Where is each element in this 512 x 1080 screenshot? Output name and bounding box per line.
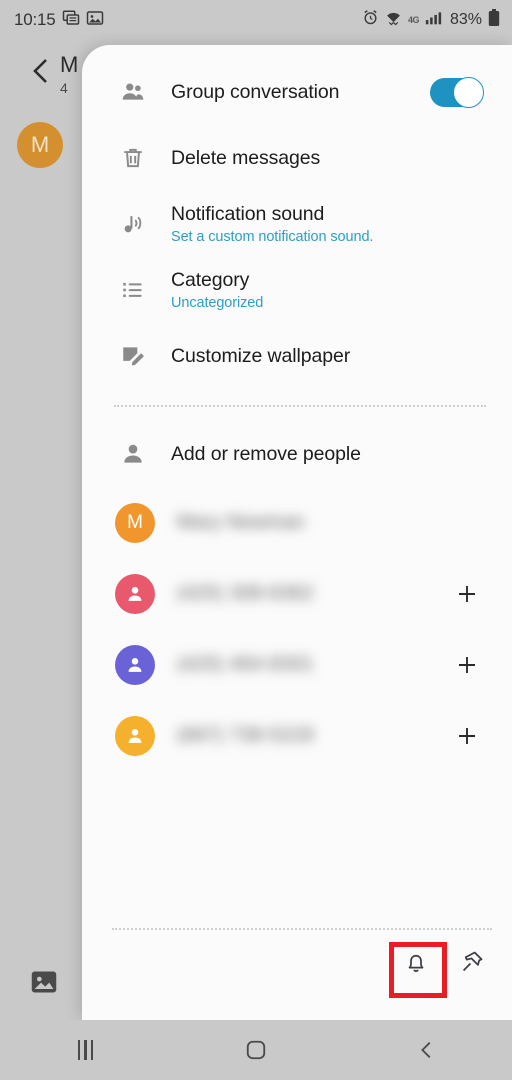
status-bar-left: 10:15 — [14, 9, 104, 32]
background-back-button[interactable] — [28, 56, 54, 86]
home-icon[interactable] — [221, 1026, 291, 1074]
list-item[interactable]: (667) 738-5229 — [82, 700, 512, 771]
person-name: (425) 464-8301 — [177, 653, 314, 675]
wallpaper-edit-icon — [116, 343, 150, 369]
menu-item-notification-sound[interactable]: Notification sound Set a custom notifica… — [82, 191, 512, 257]
menu-item-subtitle: Set a custom notification sound. — [171, 229, 374, 245]
menu-item-title: Group conversation — [171, 80, 340, 103]
sheet-footer — [82, 928, 512, 1020]
back-icon[interactable] — [392, 1026, 462, 1074]
avatar — [115, 573, 155, 614]
status-bar: 10:15 4G 83% — [0, 0, 512, 40]
gallery-icon — [86, 9, 104, 32]
image-icon — [30, 968, 58, 996]
status-bar-right: 4G 83% — [362, 8, 500, 32]
person-name: Mary Newman — [177, 511, 305, 533]
menu-item-text: Customize wallpaper — [150, 345, 482, 368]
menu-item-text: Notification sound Set a custom notifica… — [150, 203, 482, 245]
menu-item-title: Category — [171, 269, 250, 291]
background-avatar: M — [17, 122, 63, 168]
settings-menu: Group conversation Delete messages Notif… — [82, 45, 512, 389]
avatar: M — [115, 502, 155, 543]
person-icon — [116, 441, 150, 467]
menu-item-category[interactable]: Category Uncategorized — [82, 257, 512, 323]
list-item[interactable]: (425) 308-6362 — [82, 558, 512, 629]
add-person-button[interactable] — [452, 721, 482, 751]
network-type-label: 4G — [407, 15, 420, 25]
bell-icon[interactable] — [394, 940, 438, 984]
toggle-knob — [453, 76, 484, 108]
person-name: (425) 308-6362 — [177, 582, 314, 604]
menu-item-add-or-remove-people[interactable]: Add or remove people — [82, 421, 512, 487]
menu-item-title: Add or remove people — [171, 442, 361, 465]
recents-icon[interactable] — [50, 1026, 120, 1074]
background-conversation-subtitle: 4 — [60, 80, 68, 96]
avatar — [115, 715, 155, 756]
menu-item-subtitle: Uncategorized — [171, 295, 264, 311]
person-name: (667) 738-5229 — [177, 724, 314, 746]
messages-icon — [62, 9, 80, 32]
add-person-button[interactable] — [452, 650, 482, 680]
alarm-icon — [362, 9, 379, 31]
group-conversation-toggle[interactable] — [430, 76, 484, 108]
menu-item-group-conversation[interactable]: Group conversation — [82, 59, 512, 125]
signal-bars-icon — [425, 10, 442, 30]
status-time: 10:15 — [14, 10, 56, 29]
list-item[interactable]: (425) 464-8301 — [82, 629, 512, 700]
menu-item-text: Add or remove people — [150, 443, 482, 466]
system-navigation-bar — [0, 1020, 512, 1080]
section-divider — [114, 405, 486, 407]
list-item[interactable]: M Mary Newman — [82, 487, 512, 558]
wifi-icon — [385, 9, 402, 31]
music-note-icon — [116, 211, 150, 237]
menu-item-delete-messages[interactable]: Delete messages — [82, 125, 512, 191]
conversation-settings-sheet: Group conversation Delete messages Notif… — [82, 45, 512, 1020]
menu-item-title: Notification sound — [171, 203, 325, 225]
menu-item-title: Delete messages — [171, 146, 321, 169]
menu-item-text: Category Uncategorized — [150, 269, 482, 311]
pin-icon[interactable] — [450, 940, 494, 984]
menu-item-title: Customize wallpaper — [171, 344, 351, 367]
people-icon — [116, 79, 150, 105]
battery-percent: 83% — [449, 11, 482, 28]
trash-icon — [116, 145, 150, 171]
footer-actions — [394, 940, 494, 984]
footer-divider — [112, 928, 492, 930]
battery-icon — [488, 8, 500, 32]
menu-item-customize-wallpaper[interactable]: Customize wallpaper — [82, 323, 512, 389]
list-icon — [116, 277, 150, 303]
menu-item-text: Group conversation — [150, 81, 430, 104]
add-person-button[interactable] — [452, 579, 482, 609]
people-list: M Mary Newman (425) 308-6362 (425) 464-8… — [82, 487, 512, 771]
avatar — [115, 644, 155, 685]
recents-bars — [77, 1040, 94, 1060]
menu-item-text: Delete messages — [150, 147, 482, 170]
